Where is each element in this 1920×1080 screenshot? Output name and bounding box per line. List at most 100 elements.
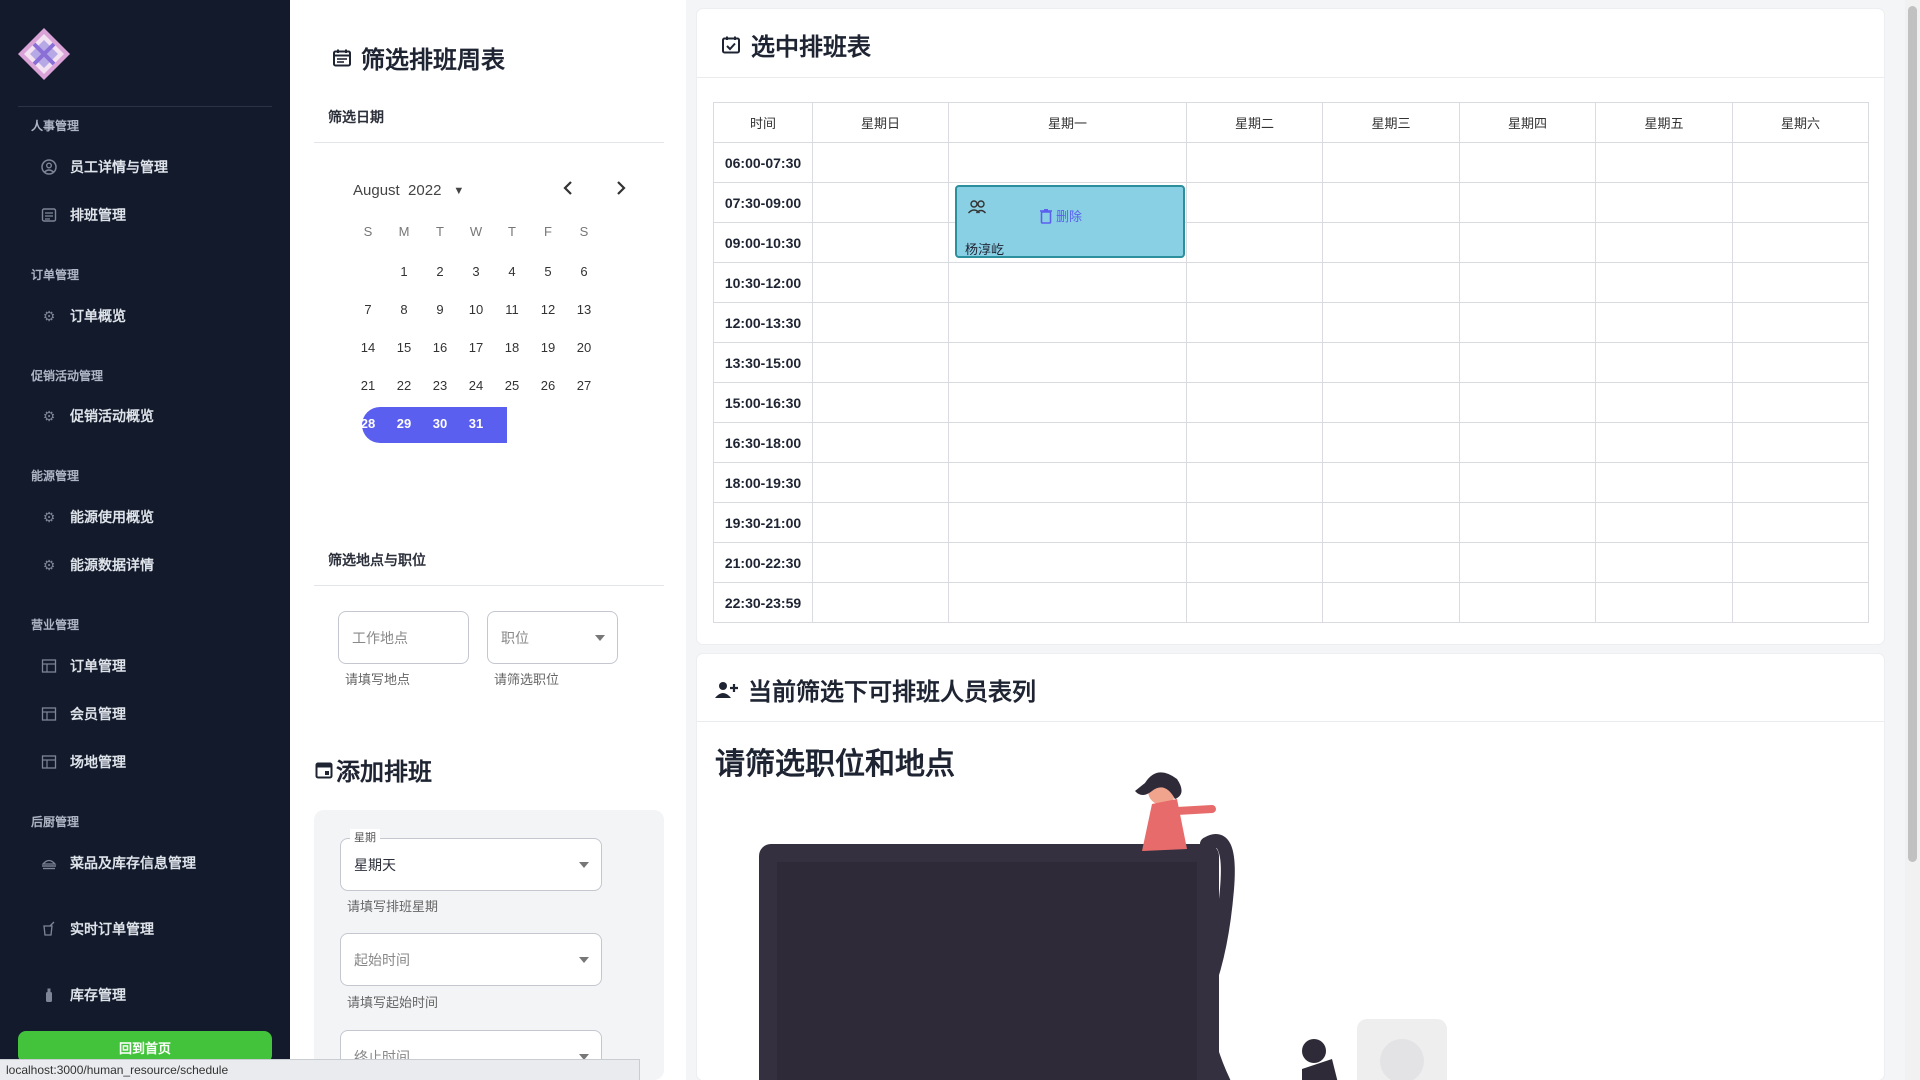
calendar-day[interactable]: 27	[566, 369, 602, 403]
schedule-cell[interactable]	[1595, 582, 1733, 623]
schedule-cell[interactable]	[1459, 462, 1596, 503]
schedule-cell[interactable]	[1459, 382, 1596, 423]
schedule-cell[interactable]	[1595, 462, 1733, 503]
position-select[interactable]: 职位	[487, 611, 618, 664]
delete-event-button[interactable]: 删除	[1039, 206, 1082, 225]
schedule-cell[interactable]	[1595, 342, 1733, 383]
calendar-day[interactable]: 28	[350, 407, 386, 441]
schedule-cell[interactable]	[1186, 542, 1323, 583]
schedule-cell[interactable]	[1459, 142, 1596, 183]
schedule-cell[interactable]	[1186, 422, 1323, 463]
calendar-day[interactable]: 30	[422, 407, 458, 441]
schedule-cell[interactable]	[1732, 342, 1869, 383]
schedule-cell[interactable]	[812, 222, 949, 263]
calendar-day[interactable]: 23	[422, 369, 458, 403]
schedule-cell[interactable]	[812, 462, 949, 503]
calendar-day[interactable]: 7	[350, 293, 386, 327]
schedule-cell[interactable]	[948, 542, 1187, 583]
schedule-cell[interactable]	[1322, 502, 1460, 543]
sidebar-item-promotion[interactable]: ⚙ 促销活动概览	[40, 399, 270, 433]
schedule-cell[interactable]	[812, 422, 949, 463]
schedule-cell[interactable]	[812, 302, 949, 343]
schedule-cell[interactable]	[1459, 302, 1596, 343]
start-time-select[interactable]: 起始时间	[340, 933, 602, 986]
schedule-cell[interactable]	[1459, 342, 1596, 383]
calendar-day[interactable]: 4	[494, 255, 530, 289]
schedule-cell[interactable]	[1595, 302, 1733, 343]
schedule-cell[interactable]	[1459, 222, 1596, 263]
sidebar-item-dishes[interactable]: 菜品及库存信息管理	[40, 846, 270, 880]
schedule-cell[interactable]	[1595, 422, 1733, 463]
schedule-cell[interactable]	[1732, 302, 1869, 343]
schedule-cell[interactable]	[1732, 142, 1869, 183]
schedule-cell[interactable]	[948, 302, 1187, 343]
sidebar-item-schedule[interactable]: 排班管理	[40, 198, 270, 232]
schedule-cell[interactable]	[1186, 342, 1323, 383]
schedule-cell[interactable]	[1186, 502, 1323, 543]
schedule-cell[interactable]	[812, 502, 949, 543]
calendar-day[interactable]: 20	[566, 331, 602, 365]
calendar-day[interactable]: 9	[422, 293, 458, 327]
sidebar-item-business-orders[interactable]: 订单管理	[40, 649, 270, 683]
schedule-cell[interactable]	[1459, 182, 1596, 223]
schedule-cell[interactable]	[1186, 382, 1323, 423]
schedule-cell[interactable]	[948, 422, 1187, 463]
calendar-day[interactable]: 5	[530, 255, 566, 289]
calendar-day[interactable]: 11	[494, 293, 530, 327]
schedule-cell[interactable]	[1322, 422, 1460, 463]
calendar-day[interactable]: 1	[386, 255, 422, 289]
calendar-day[interactable]: 21	[350, 369, 386, 403]
schedule-cell[interactable]	[1322, 582, 1460, 623]
schedule-cell[interactable]	[1595, 502, 1733, 543]
sidebar-item-energy-overview[interactable]: ⚙ 能源使用概览	[40, 500, 270, 534]
sidebar-item-venues[interactable]: 场地管理	[40, 745, 270, 779]
schedule-cell[interactable]	[948, 462, 1187, 503]
calendar-day[interactable]: 3	[458, 255, 494, 289]
schedule-cell[interactable]	[1595, 142, 1733, 183]
schedule-cell[interactable]	[812, 542, 949, 583]
schedule-cell[interactable]	[948, 502, 1187, 543]
schedule-cell[interactable]	[1186, 302, 1323, 343]
schedule-cell[interactable]	[1595, 262, 1733, 303]
calendar-prev-button[interactable]	[560, 178, 576, 204]
schedule-cell[interactable]	[1732, 422, 1869, 463]
schedule-cell[interactable]	[1186, 582, 1323, 623]
calendar-day[interactable]: 14	[350, 331, 386, 365]
calendar-month-select[interactable]: August 2022 ▼	[353, 182, 464, 199]
calendar-day[interactable]: 19	[530, 331, 566, 365]
sidebar-item-employee[interactable]: 员工详情与管理	[40, 150, 270, 184]
schedule-cell[interactable]	[1186, 182, 1323, 223]
schedule-cell[interactable]	[812, 262, 949, 303]
calendar-day[interactable]: 6	[566, 255, 602, 289]
calendar-day[interactable]: 15	[386, 331, 422, 365]
app-logo[interactable]	[16, 26, 72, 82]
schedule-cell[interactable]	[1595, 222, 1733, 263]
schedule-cell[interactable]	[1186, 222, 1323, 263]
calendar-day[interactable]: 12	[530, 293, 566, 327]
calendar-day[interactable]: 29	[386, 407, 422, 441]
sidebar-item-energy-detail[interactable]: ⚙ 能源数据详情	[40, 548, 270, 582]
schedule-cell[interactable]	[1186, 142, 1323, 183]
sidebar-item-inventory[interactable]: 库存管理	[40, 978, 270, 1012]
schedule-cell[interactable]	[1595, 542, 1733, 583]
schedule-cell[interactable]	[1459, 422, 1596, 463]
schedule-cell[interactable]	[812, 582, 949, 623]
schedule-cell[interactable]	[1459, 542, 1596, 583]
schedule-cell[interactable]	[1322, 542, 1460, 583]
schedule-cell[interactable]	[812, 182, 949, 223]
calendar-day[interactable]: 10	[458, 293, 494, 327]
schedule-cell[interactable]	[1186, 262, 1323, 303]
schedule-cell[interactable]	[1732, 262, 1869, 303]
calendar-day[interactable]: 26	[530, 369, 566, 403]
schedule-cell[interactable]	[812, 342, 949, 383]
schedule-cell[interactable]	[1459, 502, 1596, 543]
schedule-cell[interactable]	[1459, 262, 1596, 303]
schedule-cell[interactable]	[1732, 382, 1869, 423]
schedule-cell[interactable]	[1322, 382, 1460, 423]
sidebar-item-members[interactable]: 会员管理	[40, 697, 270, 731]
schedule-cell[interactable]	[948, 142, 1187, 183]
schedule-cell[interactable]	[1732, 502, 1869, 543]
calendar-day[interactable]: 2	[422, 255, 458, 289]
sidebar-item-realtime-orders[interactable]: 实时订单管理	[40, 912, 270, 946]
calendar-day[interactable]: 22	[386, 369, 422, 403]
